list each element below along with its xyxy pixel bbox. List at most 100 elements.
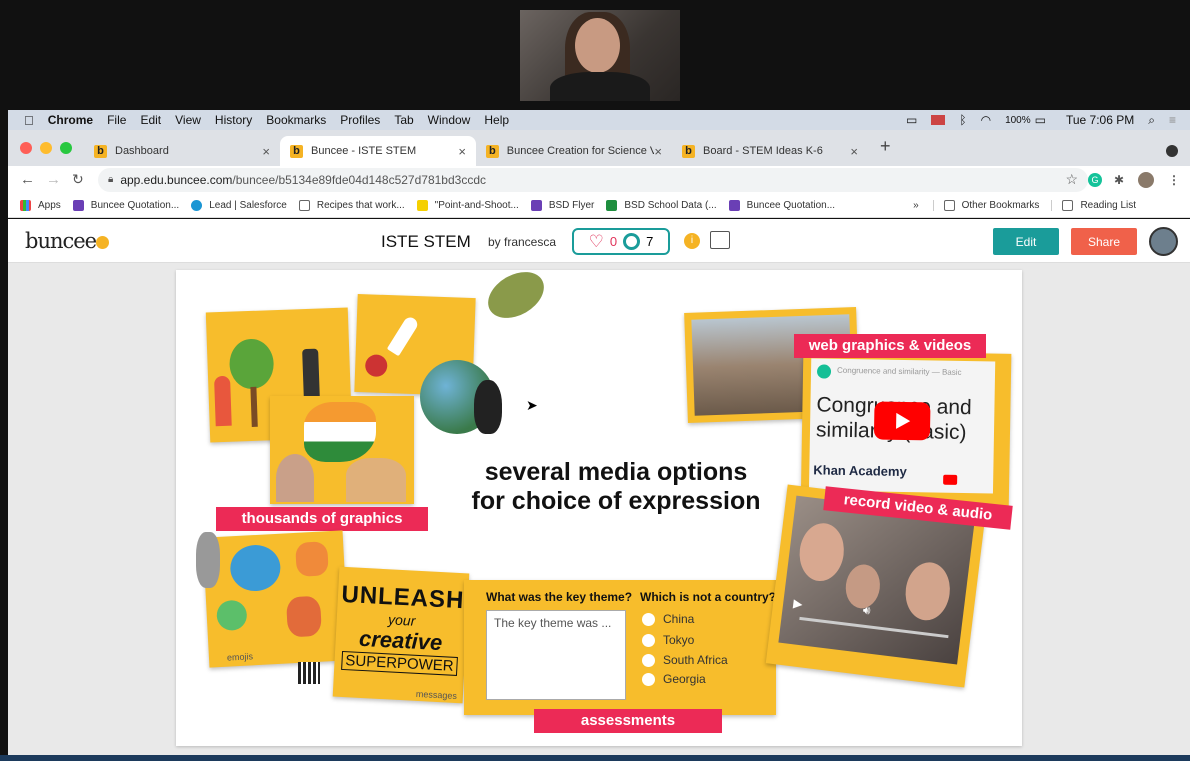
grammarly-icon[interactable]: G xyxy=(1088,172,1102,187)
messages-card: UNLEASH your creative SUPERPOWER message… xyxy=(332,566,470,704)
clock[interactable]: Tue 7:06 PM xyxy=(1066,113,1134,127)
user-avatar[interactable] xyxy=(1149,227,1178,256)
fox-emoji xyxy=(295,541,329,577)
volume-icon[interactable]: 🔊︎ xyxy=(862,603,871,619)
logo-text: buncee xyxy=(25,229,97,253)
menu-tab[interactable]: Tab xyxy=(394,113,413,127)
bookmark-item[interactable]: Buncee Quotation... xyxy=(728,199,835,211)
bookmark-label: BSD Flyer xyxy=(548,199,595,211)
bookmark-label: Recipes that work... xyxy=(316,199,405,211)
close-tab-icon[interactable]: × xyxy=(262,144,270,159)
menu-help[interactable]: Help xyxy=(484,113,509,127)
radio-button[interactable] xyxy=(642,653,655,667)
forms-icon xyxy=(530,199,542,211)
more-bookmarks-button[interactable]: » xyxy=(913,200,919,211)
close-tab-icon[interactable]: × xyxy=(458,144,466,159)
radio-button[interactable] xyxy=(642,633,655,647)
option-china[interactable]: China xyxy=(642,612,694,626)
stats-box: ♡ 0 7 xyxy=(572,228,670,255)
label-thousands-of-graphics: thousands of graphics xyxy=(216,507,428,531)
nikon-icon xyxy=(416,199,428,211)
menu-bookmarks[interactable]: Bookmarks xyxy=(266,113,326,127)
airplay-icon[interactable]: ▭ xyxy=(906,113,917,127)
webcam-feed xyxy=(520,10,680,101)
khan-academy-icon xyxy=(816,364,832,379)
bookmark-star-icon[interactable]: ☆ xyxy=(1065,171,1078,188)
option-tokyo[interactable]: Tokyo xyxy=(642,633,694,647)
bookmark-item[interactable]: BSD School Data (... xyxy=(606,199,717,211)
slide-headline: several media options for choice of expr… xyxy=(436,458,796,516)
url-path: /buncee/b5134e89fde04d148c527d781bd3ccdc xyxy=(232,172,486,187)
url-input[interactable]: 🔒︎ app.edu.buncee.com/buncee/b5134e89fde… xyxy=(98,167,1088,192)
key-theme-textarea[interactable]: The key theme was ... xyxy=(486,610,626,700)
tree-graphic xyxy=(228,338,275,390)
info-icon[interactable]: i xyxy=(684,233,700,249)
edit-button[interactable]: Edit xyxy=(993,228,1059,255)
option-georgia[interactable]: Georgia xyxy=(642,672,706,686)
new-tab-button[interactable]: + xyxy=(868,136,903,166)
immersive-reader-icon[interactable] xyxy=(710,231,730,249)
option-label: Tokyo xyxy=(663,633,695,647)
menu-history[interactable]: History xyxy=(215,113,252,127)
radio-button[interactable] xyxy=(642,672,655,686)
radio-button[interactable] xyxy=(642,612,655,626)
option-south-africa[interactable]: South Africa xyxy=(642,653,728,667)
spotlight-icon[interactable]: ⌕ xyxy=(1148,113,1155,128)
tab-label: Buncee - ISTE STEM xyxy=(311,145,417,157)
youtube-logo-icon xyxy=(943,474,958,485)
reading-list[interactable]: Reading List xyxy=(1051,199,1136,211)
flag-icon[interactable] xyxy=(931,115,946,125)
youtube-play-button[interactable] xyxy=(873,401,931,441)
forms-icon xyxy=(728,199,740,211)
forward-icon[interactable]: → xyxy=(46,171,61,188)
wifi-icon[interactable]: ◠ xyxy=(981,113,991,127)
menu-profiles[interactable]: Profiles xyxy=(340,113,380,127)
battery-icon[interactable]: ▭ xyxy=(1035,113,1046,127)
back-icon[interactable]: ← xyxy=(20,171,35,188)
bookmark-item[interactable]: Buncee Quotation... xyxy=(72,199,179,211)
salesforce-cloud-icon xyxy=(191,199,203,211)
menu-edit[interactable]: Edit xyxy=(140,113,161,127)
menu-app[interactable]: Chrome xyxy=(48,113,93,127)
menu-view[interactable]: View xyxy=(175,113,201,127)
close-tab-icon[interactable]: × xyxy=(850,144,858,159)
reload-icon[interactable]: ↻ xyxy=(72,171,84,188)
close-window-button[interactable] xyxy=(20,142,32,154)
logo-dot xyxy=(96,236,110,249)
bluetooth-icon[interactable]: ᛒ xyxy=(959,113,966,127)
bookmark-item[interactable]: Lead | Salesforce xyxy=(191,199,287,211)
assessment-card: What was the key theme? The key theme wa… xyxy=(464,580,776,715)
heart-icon[interactable]: ♡ xyxy=(589,232,604,252)
close-tab-icon[interactable]: × xyxy=(654,144,662,159)
headline-line-1: several media options xyxy=(484,458,748,486)
slide: thousands of graphics emojis UNLEASH you… xyxy=(176,270,1022,746)
share-button[interactable]: Share xyxy=(1071,228,1137,255)
tab-board-stem[interactable]: b Board - STEM Ideas K-6 × xyxy=(672,136,868,166)
buncee-logo[interactable]: buncee xyxy=(25,229,110,253)
chrome-menu-icon[interactable]: ⋮ xyxy=(1168,173,1180,187)
zoom-window-button[interactable] xyxy=(60,142,72,154)
youtube-embed[interactable]: Congruence and similarity — Basic Congru… xyxy=(808,358,996,494)
video-play-icon[interactable]: ▶ xyxy=(792,596,803,611)
profile-avatar[interactable] xyxy=(1138,171,1154,188)
bookmark-apps[interactable]: Apps xyxy=(20,199,61,211)
tab-buncee-iste-stem[interactable]: b Buncee - ISTE STEM × xyxy=(280,136,476,166)
notification-center-icon[interactable]: ≡ xyxy=(1169,113,1176,127)
extensions-icon[interactable]: ✱ xyxy=(1114,173,1124,187)
apple-icon[interactable]:  xyxy=(24,113,34,128)
minimize-window-button[interactable] xyxy=(40,142,52,154)
globe-emoji xyxy=(216,599,248,632)
project-title: ISTE STEM xyxy=(381,232,471,251)
lock-icon[interactable]: 🔒︎ xyxy=(108,174,113,185)
menu-window[interactable]: Window xyxy=(428,113,471,127)
bookmark-item[interactable]: BSD Flyer xyxy=(530,199,595,211)
bookmark-item[interactable]: "Point-and-Shoot... xyxy=(416,199,519,211)
tab-search-icon[interactable] xyxy=(1166,145,1178,157)
khan-academy-text: Khan Academy xyxy=(813,462,907,480)
other-bookmarks[interactable]: Other Bookmarks xyxy=(932,199,1039,211)
tab-dashboard[interactable]: b Dashboard × xyxy=(84,136,280,166)
forms-icon xyxy=(72,199,84,211)
tab-buncee-creation[interactable]: b Buncee Creation for Science Vi × xyxy=(476,136,672,166)
menu-file[interactable]: File xyxy=(107,113,126,127)
bookmark-item[interactable]: Recipes that work... xyxy=(298,199,405,211)
